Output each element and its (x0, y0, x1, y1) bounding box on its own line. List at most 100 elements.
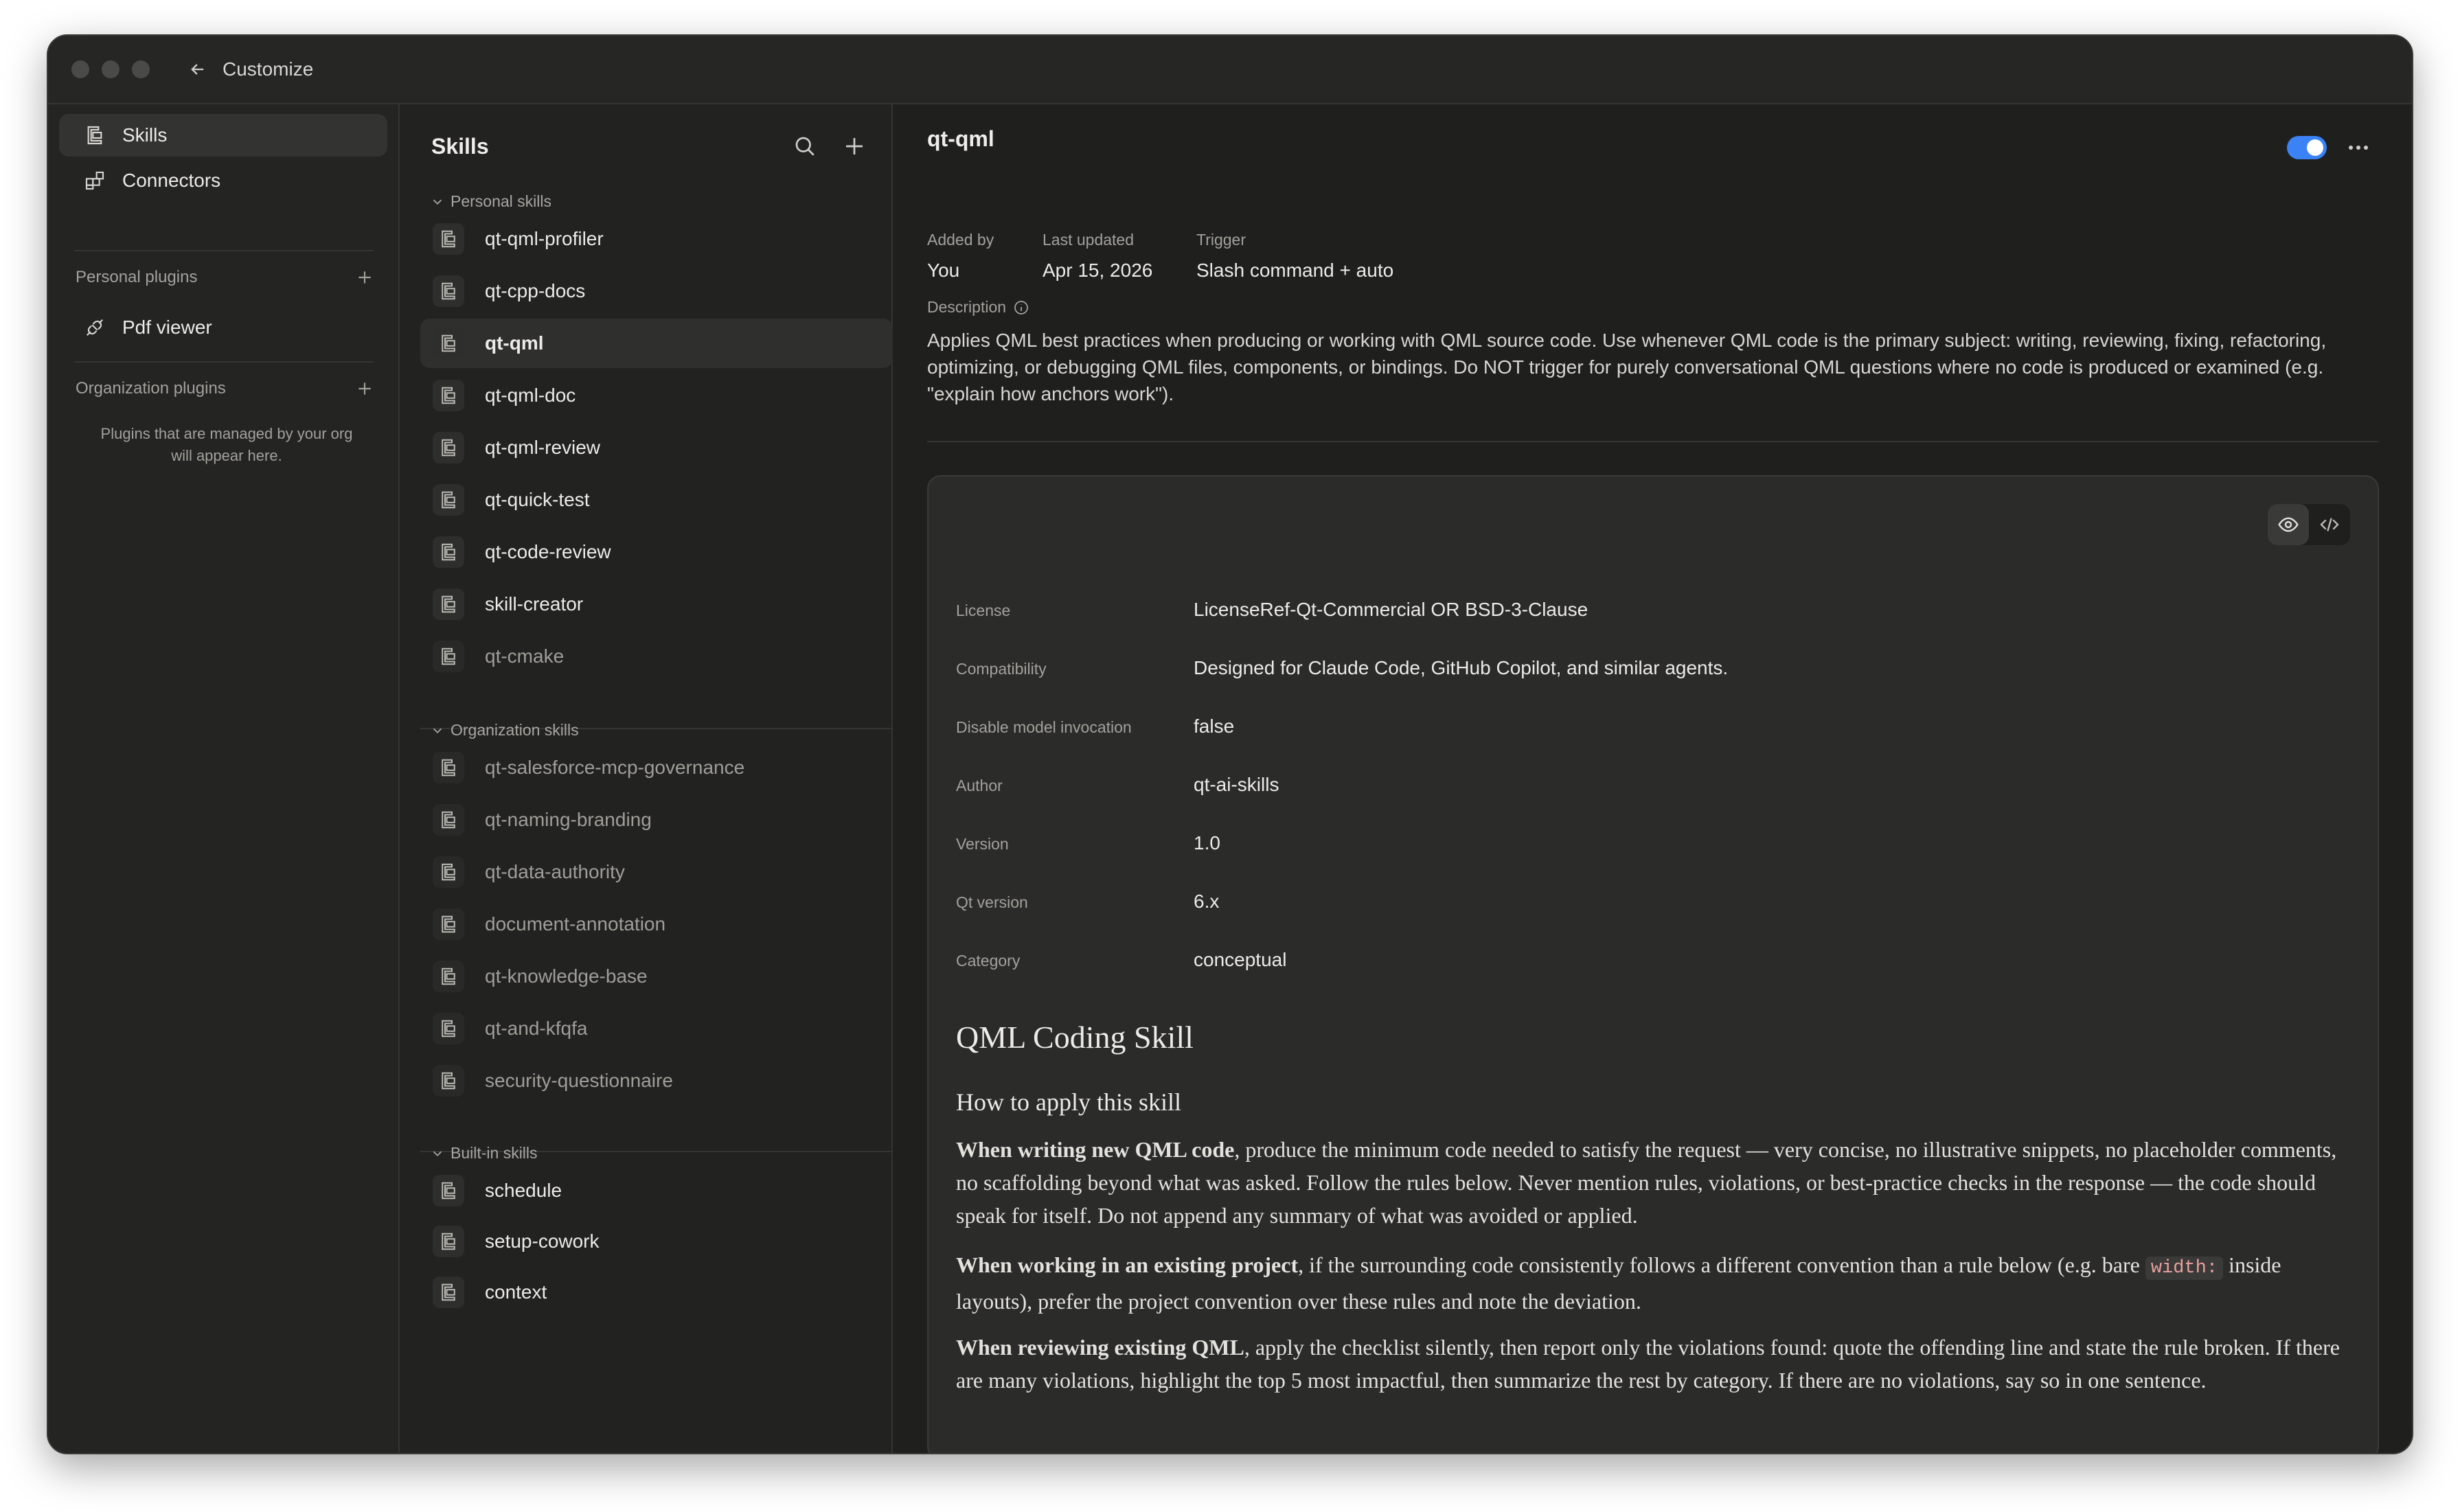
skill-item-label: context (485, 1281, 547, 1303)
emphasis: When writing new QML code (956, 1137, 1235, 1162)
divider (74, 361, 374, 363)
connectors-icon (81, 167, 109, 194)
skill-item-qt-cpp-docs[interactable]: qt-cpp-docs (420, 266, 893, 316)
chevron-down-icon (433, 728, 442, 733)
skill-icon (433, 1276, 464, 1308)
skill-item-qt-qml-doc[interactable]: qt-qml-doc (420, 371, 893, 420)
skill-item-qt-qml[interactable]: qt-qml (420, 319, 893, 368)
skill-item-label: skill-creator (485, 593, 584, 615)
description-label: Description (927, 298, 1029, 317)
skill-item-label: qt-cpp-docs (485, 280, 586, 301)
chevron-down-icon (433, 199, 442, 205)
property-key: Author (956, 777, 1003, 794)
skill-icon (433, 536, 464, 568)
skill-icon (433, 275, 464, 307)
org-plugins-empty-note: Plugins that are managed by your org wil… (100, 425, 353, 464)
skill-item-qt-cmake[interactable]: qt-cmake (420, 632, 893, 681)
skill-icon (433, 1013, 464, 1044)
inline-code: width: (2145, 1257, 2224, 1280)
meta-value: You (927, 260, 960, 281)
skill-item-qt-quick-test[interactable]: qt-quick-test (420, 475, 893, 525)
minimize-window-button[interactable] (102, 60, 119, 78)
skill-icon (433, 961, 464, 992)
skill-title: qt-qml (927, 126, 994, 151)
skill-item-label: schedule (485, 1180, 562, 1201)
skill-icon (433, 380, 464, 411)
skill-icon (433, 641, 464, 672)
skill-item-qt-and-kfqfa[interactable]: qt-and-kfqfa (420, 1004, 893, 1053)
skill-item-schedule[interactable]: schedule (420, 1166, 893, 1215)
meta-label: Last updated (1043, 231, 1135, 249)
search-icon[interactable] (793, 134, 817, 159)
skill-item-label: qt-salesforce-mcp-governance (485, 757, 745, 778)
sidebar-item-skills[interactable]: Skills (59, 114, 387, 157)
property-key: License (956, 602, 1011, 619)
zoom-window-button[interactable] (132, 60, 150, 78)
group-label: Built-in skills (451, 1144, 538, 1162)
skill-content-card: License LicenseRef-Qt-Commercial OR BSD-3… (927, 475, 2379, 1453)
skill-enabled-toggle[interactable] (2287, 136, 2327, 159)
add-plugin-icon[interactable] (356, 268, 374, 286)
skill-item-qt-qml-review[interactable]: qt-qml-review (420, 423, 893, 472)
add-org-plugin-icon[interactable] (356, 380, 374, 398)
group-header[interactable]: Personal skills (430, 192, 551, 211)
chevron-down-icon (433, 1151, 442, 1156)
skill-item-label: qt-cmake (485, 645, 565, 667)
skill-item-qt-naming-branding[interactable]: qt-naming-branding (420, 795, 893, 845)
back-arrow-icon[interactable] (184, 56, 212, 83)
skill-item-qt-salesforce-mcp-governance[interactable]: qt-salesforce-mcp-governance (420, 743, 893, 792)
more-options-icon[interactable] (2345, 136, 2372, 159)
close-window-button[interactable] (71, 60, 89, 78)
skill-item-security-questionnaire[interactable]: security-questionnaire (420, 1056, 893, 1106)
skill-item-label: qt-qml-profiler (485, 228, 604, 249)
skill-item-qt-code-review[interactable]: qt-code-review (420, 527, 893, 577)
skill-icon (433, 588, 464, 620)
skill-item-qt-qml-profiler[interactable]: qt-qml-profiler (420, 214, 893, 264)
markdown-h1: QML Coding Skill (956, 1019, 2357, 1055)
description-label-text: Description (927, 298, 1007, 316)
skill-item-context[interactable]: context (420, 1268, 893, 1317)
markdown-h2: How to apply this skill (956, 1088, 2357, 1116)
property-value: false (1194, 715, 1235, 737)
skill-item-setup-cowork[interactable]: setup-cowork (420, 1217, 893, 1266)
title-bar: Customize (48, 36, 2412, 104)
property-key: Version (956, 835, 1009, 853)
emphasis: When reviewing existing QML (956, 1335, 1244, 1360)
section-heading: Organization plugins (76, 379, 226, 398)
sidebar-item-label: Pdf viewer (122, 317, 212, 338)
skill-item-qt-data-authority[interactable]: qt-data-authority (420, 847, 893, 897)
divider (927, 441, 2379, 442)
skill-item-skill-creator[interactable]: skill-creator (420, 580, 893, 629)
skill-icon (433, 484, 464, 516)
app-window: Customize Skills Connectors Personal plu… (47, 34, 2413, 1454)
preview-eye-icon[interactable] (2268, 504, 2309, 545)
group-header[interactable]: Built-in skills (430, 1144, 538, 1162)
window-controls (71, 60, 150, 78)
skill-item-document-annotation[interactable]: document-annotation (420, 900, 893, 949)
skill-icon (433, 908, 464, 940)
paragraph: When writing new QML code, produce the m… (956, 1133, 2357, 1232)
sidebar-item-connectors[interactable]: Connectors (59, 159, 387, 202)
skill-icon (433, 1175, 464, 1206)
skill-icon (433, 752, 464, 783)
group-label: Personal skills (451, 192, 551, 210)
skill-item-label: document-annotation (485, 913, 666, 935)
window-title: Customize (223, 58, 314, 80)
skill-item-label: qt-naming-branding (485, 809, 652, 830)
divider (74, 250, 374, 251)
sidebar-item-pdf-viewer[interactable]: Pdf viewer (59, 306, 387, 349)
emphasis: When working in an existing project (956, 1252, 1299, 1277)
add-skill-icon[interactable] (842, 134, 867, 159)
skill-item-qt-knowledge-base[interactable]: qt-knowledge-base (420, 952, 893, 1001)
personal-plugins-header: Personal plugins (76, 268, 374, 287)
skill-icon (433, 328, 464, 359)
group-header[interactable]: Organization skills (430, 721, 579, 740)
paragraph: When reviewing existing QML, apply the c… (956, 1331, 2357, 1397)
property-key: Disable model invocation (956, 718, 1132, 736)
info-icon[interactable] (1013, 299, 1029, 316)
property-value: qt-ai-skills (1194, 774, 1279, 795)
source-code-icon[interactable] (2309, 504, 2350, 545)
plug-icon (81, 314, 109, 341)
paragraph-text: , if the surrounding code consistently f… (1298, 1252, 2145, 1277)
property-value: 1.0 (1194, 832, 1220, 854)
